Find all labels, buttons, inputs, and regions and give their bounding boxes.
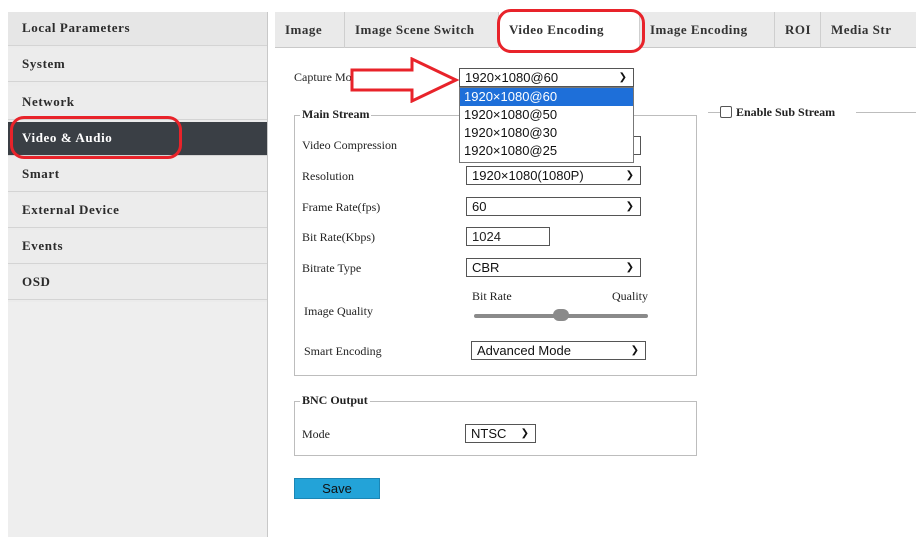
chevron-down-icon: ❯: [630, 345, 639, 356]
sidebar-item-osd[interactable]: OSD: [8, 266, 267, 300]
bnc-output-legend: BNC Output: [300, 393, 370, 408]
bit-rate-label: Bit Rate(Kbps): [302, 230, 375, 244]
image-quality-slider-handle[interactable]: [553, 309, 569, 321]
sidebar-item-system[interactable]: System: [8, 48, 267, 82]
chevron-down-icon: ❯: [625, 170, 634, 181]
enable-sub-stream-checkbox[interactable]: [720, 106, 732, 118]
smart-encoding-value: Advanced Mode: [477, 343, 571, 358]
sub-stream-divider-right: [856, 112, 916, 113]
bit-rate-input[interactable]: 1024: [466, 227, 550, 246]
sidebar: Local Parameters System Network Video & …: [8, 12, 268, 537]
resolution-label: Resolution: [302, 169, 355, 183]
bitrate-type-label: Bitrate Type: [302, 261, 362, 275]
main-stream-legend: Main Stream: [300, 107, 372, 122]
chevron-down-icon: ❯: [625, 262, 634, 273]
sidebar-item-local-parameters[interactable]: Local Parameters: [8, 12, 267, 46]
capture-mode-option[interactable]: 1920×1080@30: [460, 124, 633, 142]
tab-image-encoding[interactable]: Image Encoding: [640, 12, 775, 48]
save-button[interactable]: Save: [294, 478, 380, 499]
tab-image-scene-switch[interactable]: Image Scene Switch: [345, 12, 499, 48]
annotation-ring-video-audio: [10, 116, 182, 159]
capture-mode-option[interactable]: 1920×1080@50: [460, 106, 633, 124]
bnc-mode-label: Mode: [302, 427, 330, 441]
annotation-ring-video-encoding-tab: [497, 9, 645, 53]
resolution-value: 1920×1080(1080P): [472, 168, 584, 183]
bitrate-type-select[interactable]: CBR ❯: [466, 258, 641, 277]
tab-media-stream[interactable]: Media Str: [821, 12, 916, 48]
capture-mode-option[interactable]: 1920×1080@60: [460, 88, 633, 106]
capture-mode-option[interactable]: 1920×1080@25: [460, 142, 633, 160]
smart-encoding-select[interactable]: Advanced Mode ❯: [471, 341, 646, 360]
tab-roi[interactable]: ROI: [775, 12, 821, 48]
bitrate-type-value: CBR: [472, 260, 500, 275]
resolution-select[interactable]: 1920×1080(1080P) ❯: [466, 166, 641, 185]
enable-sub-stream-label[interactable]: Enable Sub Stream: [736, 105, 835, 120]
frame-rate-label: Frame Rate(fps): [302, 200, 381, 214]
capture-mode-options-list: 1920×1080@60 1920×1080@50 1920×1080@30 1…: [459, 87, 634, 163]
video-compression-label: Video Compression: [302, 138, 397, 152]
chevron-down-icon: ❯: [618, 72, 627, 83]
sidebar-item-events[interactable]: Events: [8, 230, 267, 264]
chevron-down-icon: ❯: [520, 428, 529, 439]
image-quality-bit-rate-label: Bit Rate: [472, 289, 512, 303]
sidebar-empty-area: [8, 302, 267, 537]
image-quality-quality-label: Quality: [612, 289, 648, 303]
tab-image[interactable]: Image: [275, 12, 345, 48]
red-arrow-icon: [350, 57, 460, 103]
sidebar-item-network[interactable]: Network: [8, 86, 267, 120]
frame-rate-select[interactable]: 60 ❯: [466, 197, 641, 216]
image-quality-label: Image Quality: [304, 304, 373, 318]
capture-mode-value: 1920×1080@60: [465, 70, 559, 85]
smart-encoding-label: Smart Encoding: [304, 344, 382, 358]
bnc-mode-value: NTSC: [471, 426, 507, 441]
frame-rate-value: 60: [472, 199, 487, 214]
chevron-down-icon: ❯: [625, 201, 634, 212]
bnc-mode-select[interactable]: NTSC ❯: [465, 424, 536, 443]
sub-stream-divider-left: [708, 112, 720, 113]
sidebar-item-external-device[interactable]: External Device: [8, 194, 267, 228]
sidebar-item-smart[interactable]: Smart: [8, 158, 267, 192]
capture-mode-select[interactable]: 1920×1080@60 ❯: [459, 68, 634, 87]
